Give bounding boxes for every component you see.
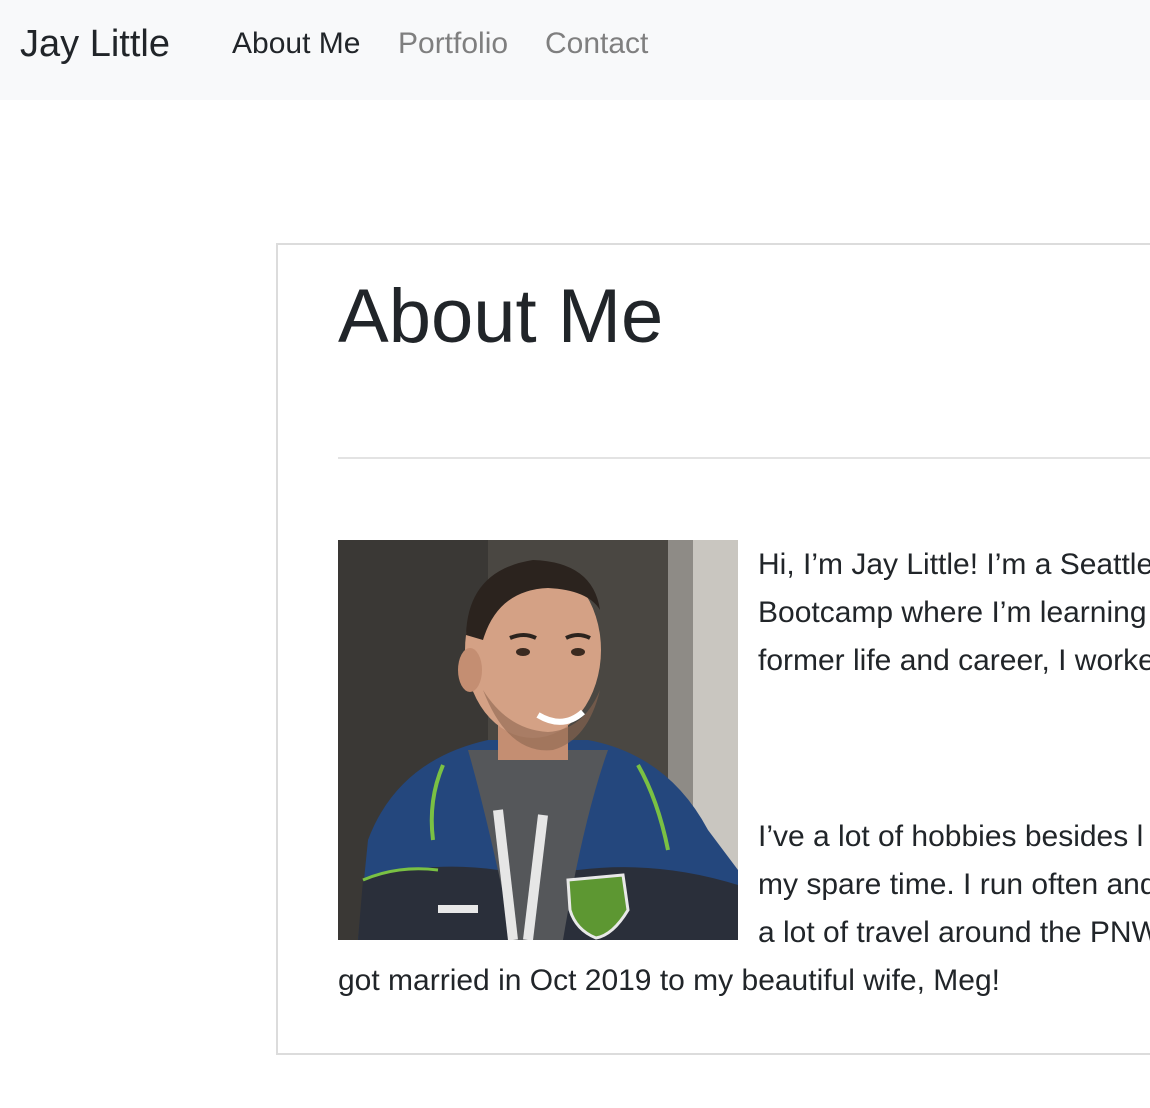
- nav-link-portfolio[interactable]: Portfolio: [398, 24, 508, 64]
- nav-link-contact[interactable]: Contact: [545, 24, 648, 64]
- bio-paragraph-2-line-1: I’ve a lot of hobbies besides l: [758, 820, 1144, 853]
- profile-photo-image: [338, 540, 738, 940]
- bio-paragraph-1-line-1: Hi, I’m Jay Little! I’m a Seattle: [758, 548, 1150, 581]
- profile-photo: [338, 540, 738, 940]
- navbar: Jay Little About Me Portfolio Contact: [0, 0, 1150, 100]
- page-title: About Me: [338, 274, 664, 359]
- bio-paragraph-1-line-2: Bootcamp where I’m learning: [758, 596, 1147, 629]
- bio-paragraph-2-line-2: my spare time. I run often and: [758, 868, 1150, 901]
- brand-link[interactable]: Jay Little: [20, 20, 170, 68]
- bio-paragraph-1-line-3: former life and career, I worke: [758, 644, 1150, 677]
- bio-paragraph-2-line-4: got married in Oct 2019 to my beautiful …: [338, 964, 1000, 997]
- bio-paragraph-2-line-3: a lot of travel around the PNW: [758, 916, 1150, 949]
- divider: [338, 457, 1150, 459]
- nav-link-about-me[interactable]: About Me: [232, 24, 360, 64]
